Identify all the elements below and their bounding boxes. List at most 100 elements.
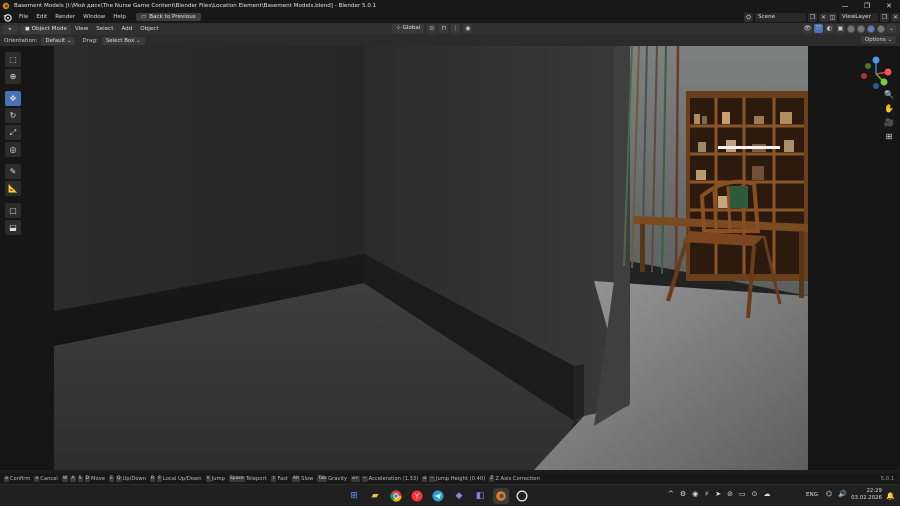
back-to-previous-button[interactable]: ▭ Back to Previous [135,13,201,21]
status-move: W A S D Move [61,475,105,482]
chrome-icon[interactable] [388,488,404,504]
tray-app-5-icon[interactable]: ⊘ [727,490,733,498]
add-cube-tool-icon[interactable]: ▢ [5,203,21,218]
editor-type-icon[interactable]: ⌖ [3,24,17,34]
camera-view-icon[interactable]: 🎥 [884,118,894,128]
viewport-header: ⌖ ◼ Object Mode View Select Add Object ⊹… [0,23,900,35]
transform-orientation-dropdown[interactable]: ⊹ Global [392,24,425,33]
select-menu[interactable]: Select [92,26,117,32]
drag-dropdown[interactable]: Select Box ⌄ [101,36,145,45]
notification-bell-icon[interactable]: 🔔 [886,492,895,500]
viewlayer-icon[interactable]: ◫ [828,12,837,22]
status-gravity: Tab Gravity [317,475,348,482]
tray-app-4-icon[interactable]: ➤ [715,490,721,498]
viewlayer-new-icon[interactable]: ❐ [880,12,889,22]
telegram-icon[interactable] [430,488,446,504]
menu-window[interactable]: Window [79,14,109,20]
object-mode-dropdown[interactable]: ◼ Object Mode [21,24,71,34]
pan-hand-icon[interactable]: ✋ [884,104,894,114]
maximize-button[interactable]: ❐ [856,0,878,11]
proportional-edit-icon[interactable]: ◉ [463,24,473,33]
scene-icon[interactable]: ⛭ [744,12,753,22]
scene-field[interactable]: Scene [755,12,806,22]
view-menu[interactable]: View [71,26,92,32]
input-language[interactable]: ENG [806,492,818,498]
tray-app-6-icon[interactable]: ▭ [739,490,746,498]
blender-logo-icon[interactable] [3,13,12,22]
tray-overflow-icon[interactable]: ^ [668,490,674,498]
viewlayer-remove-icon[interactable]: ✕ [891,12,900,22]
perspective-toggle-icon[interactable]: ⊞ [884,132,894,142]
object-menu[interactable]: Object [136,26,162,32]
pivot-point-icon[interactable]: ⊙ [427,24,437,33]
menu-edit[interactable]: Edit [32,14,51,20]
visual-studio-icon[interactable]: ◆ [451,488,467,504]
window-controls: — ❐ ✕ [834,0,900,11]
shading-options-icon[interactable]: ⌄ [887,24,896,33]
title-bar: Basement Models [I:\Мой диск\The Nurse G… [0,0,900,11]
teams-icon[interactable]: ◧ [472,488,488,504]
orientation-dropdown[interactable]: Default ⌄ [41,36,76,45]
viewlayer-field[interactable]: ViewLayer [839,12,878,22]
system-clock[interactable]: 22:29 03.02.2026 [850,488,882,502]
windows-start-icon[interactable]: ⊞ [346,488,362,504]
add-object-tool-icon[interactable]: ⬓ [5,220,21,235]
viewport-display-controls: 👁 ⤧ ◐ ▣ ⌄ [803,24,896,33]
select-box-tool-icon[interactable]: ⬚ [5,52,21,67]
obs-icon[interactable] [514,488,530,504]
navigation-controls: 🔍 ✋ 🎥 ⊞ [884,90,894,142]
annotate-tool-icon[interactable]: ✎ [5,164,21,179]
options-dropdown[interactable]: Options ⌄ [860,36,896,44]
gizmo-toggle-icon[interactable]: ⤧ [814,24,823,33]
volume-icon: 🔊 [838,490,847,498]
status-fast: ⇧ Fast [270,475,288,482]
tray-app-1-icon[interactable]: ⚙ [680,490,686,498]
snap-icon[interactable]: ⊓ [439,24,449,33]
scene-remove-icon[interactable]: ✕ [819,12,828,22]
rendered-shading-icon[interactable] [877,24,885,33]
blender-version: 5.0.1 [880,475,894,482]
tray-app-8-icon[interactable]: ☁ [763,490,770,498]
scale-tool-icon[interactable]: ⤢ [5,125,21,140]
tray-app-7-icon[interactable]: ⊙ [752,490,758,498]
file-explorer-icon[interactable]: ▰ [367,488,383,504]
snap-target-icon[interactable]: ⋮ [451,24,461,33]
navigation-gizmo[interactable] [856,52,896,92]
network-volume-tray[interactable]: ⌬ 🔊 [826,490,847,498]
camera-view[interactable] [54,46,808,470]
minimize-button[interactable]: — [834,0,856,11]
status-z-axis-correction: ZZ Axis Correction [489,475,540,482]
cursor-tool-icon[interactable]: ⊕ [5,69,21,84]
add-menu[interactable]: Add [117,26,136,32]
menu-help[interactable]: Help [109,14,130,20]
material-preview-shading-icon[interactable] [867,24,875,33]
orientation-dropdown-value: Default [45,37,66,44]
basement-scene-render [54,46,808,470]
overlay-toggle-icon[interactable]: ◐ [825,24,834,33]
blender-taskbar-icon[interactable] [493,488,509,504]
wireframe-shading-icon[interactable] [847,24,855,33]
status-cancel: ⌂ Cancel [34,475,58,482]
measure-tool-icon[interactable]: 📐 [5,181,21,196]
viewlayer-selector: ◫ ViewLayer ❐ ✕ [828,12,900,22]
status-confirm: ⌂ Confirm [4,475,31,482]
tray-app-3-icon[interactable]: ⚡ [704,490,709,498]
xray-icon[interactable]: ▣ [836,24,845,33]
zoom-icon[interactable]: 🔍 [884,90,894,100]
status-jump: V Jump [205,475,225,482]
close-button[interactable]: ✕ [878,0,900,11]
yandex-browser-icon[interactable]: Y [409,488,425,504]
solid-shading-icon[interactable] [857,24,865,33]
transform-tool-icon[interactable]: ◎ [5,142,21,157]
status-slow: Alt Slow [291,475,314,482]
tray-app-2-icon[interactable]: ◉ [692,490,698,498]
menu-render[interactable]: Render [51,14,79,20]
rotate-tool-icon[interactable]: ↻ [5,108,21,123]
move-tool-icon[interactable]: ✥ [5,91,21,106]
scene-new-icon[interactable]: ❐ [808,12,817,22]
status-jump-height: ⌂ − Jump Height (0.40) [422,475,486,482]
visibility-icon[interactable]: 👁 [803,24,812,33]
menu-file[interactable]: File [15,14,32,20]
drag-dropdown-value: Select Box [105,37,135,44]
3d-viewport[interactable]: ⬚ ⊕ ✥ ↻ ⤢ ◎ ✎ 📐 ▢ ⬓ 🔍 ✋ 🎥 ⊞ [0,46,900,470]
